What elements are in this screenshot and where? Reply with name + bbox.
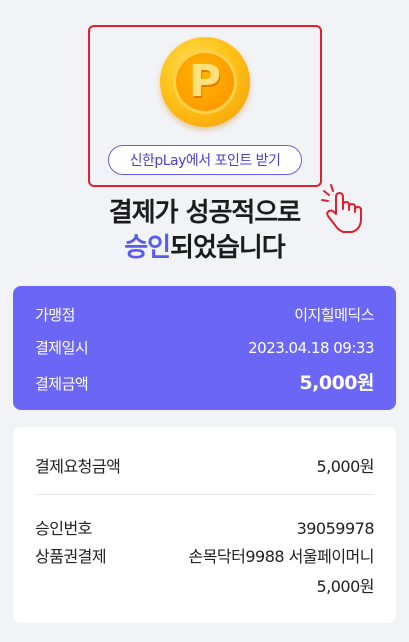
merchant-label: 가맹점 — [35, 306, 75, 324]
coin-letter: P — [188, 56, 222, 107]
coin-face: P — [173, 50, 237, 114]
datetime-value: 2023.04.18 09:33 — [248, 339, 374, 357]
voucher-amount: 5,000원 — [316, 577, 374, 596]
coin-p-icon: P — [160, 37, 250, 127]
approval-value: 39059978 — [296, 519, 375, 538]
amount-label: 결제금액 — [35, 375, 89, 393]
voucher-amount-row: 5,000원 — [35, 573, 374, 597]
requested-value: 5,000원 — [316, 457, 374, 476]
datetime-label: 결제일시 — [35, 339, 89, 357]
merchant-value: 이지힐메딕스 — [294, 306, 374, 324]
headline-accent: 승인 — [124, 233, 171, 263]
amount-value: 5,000원 — [299, 372, 374, 394]
voucher-row: 상품권결제 손목닥터9988 서울페이머니 — [35, 543, 374, 567]
voucher-name: 손목닥터9988 서울페이머니 — [188, 547, 374, 566]
headline-rest: 되었습니다 — [170, 233, 286, 263]
amount-row: 결제금액 5,000원 — [35, 368, 374, 395]
datetime-row: 결제일시 2023.04.18 09:33 — [35, 337, 374, 358]
requested-label: 결제요청금액 — [35, 457, 121, 476]
approval-row: 승인번호 39059978 — [35, 515, 375, 539]
approval-label: 승인번호 — [35, 519, 92, 538]
tap-hand-icon — [321, 184, 362, 233]
voucher-label: 상품권결제 — [35, 547, 107, 566]
shinhan-play-points-button[interactable]: 신한pLay에서 포인트 받기 — [108, 145, 302, 175]
payment-detail-card: 결제요청금액 5,000원 승인번호 39059978 상품권결제 손목닥터99… — [13, 427, 396, 623]
payment-summary-card: 가맹점 이지힐메딕스 결제일시 2023.04.18 09:33 결제금액 5,… — [13, 286, 396, 410]
merchant-row: 가맹점 이지힐메딕스 — [35, 304, 374, 325]
detail-divider — [35, 494, 374, 495]
requested-row: 결제요청금액 5,000원 — [35, 453, 374, 477]
